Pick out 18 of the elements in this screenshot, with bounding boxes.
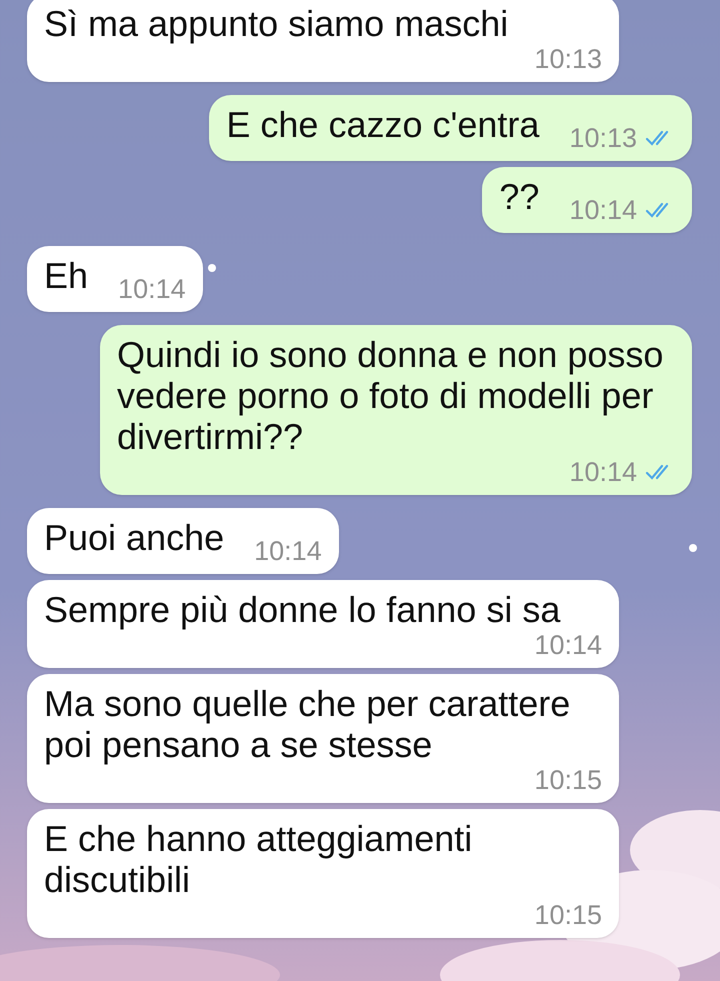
- message-time: 10:14: [534, 630, 602, 660]
- message-time: 10:14: [569, 195, 637, 225]
- message-text: Puoi anche: [44, 517, 224, 558]
- message-text: E che hanno atteggiamenti discutibili: [44, 818, 474, 900]
- message-text: Eh: [44, 255, 88, 296]
- message-text: Sì ma appunto siamo maschi: [44, 3, 508, 44]
- message-time: 10:14: [118, 274, 186, 304]
- message-text: E che cazzo c'entra: [226, 104, 540, 145]
- message-text: Quindi io sono donna e non posso vedere porno o foto di modelli per divertirmi??: [117, 334, 664, 457]
- message-time: 10:13: [569, 123, 637, 153]
- message-text: ??: [499, 176, 540, 217]
- message-time: 10:13: [534, 44, 602, 74]
- message-time: 10:15: [534, 765, 602, 795]
- message-time: 10:14: [254, 536, 322, 566]
- message-time: 10:14: [569, 457, 637, 487]
- message-text: Sempre più donne lo fanno si sa: [44, 589, 560, 630]
- message-time: 10:15: [534, 900, 602, 930]
- message-text: Ma sono quelle che per carattere poi pensano a se stesse: [44, 683, 572, 765]
